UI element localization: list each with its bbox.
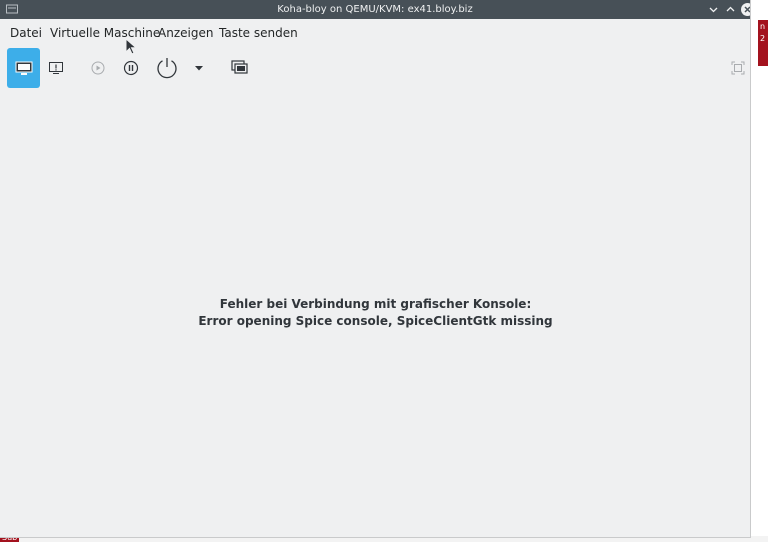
mouse-cursor-icon xyxy=(125,38,137,55)
toolbar xyxy=(0,48,750,90)
shutdown-button[interactable] xyxy=(153,48,181,88)
titlebar[interactable]: Koha-bloy on QEMU/KVM: ex41.bloy.biz xyxy=(0,0,750,19)
chevron-down-icon xyxy=(195,66,203,71)
run-button[interactable] xyxy=(86,48,110,88)
power-icon xyxy=(157,58,177,79)
menu-anzeigen[interactable]: Anzeigen xyxy=(158,20,213,46)
window-title: Koha-bloy on QEMU/KVM: ex41.bloy.biz xyxy=(277,4,473,15)
chevron-up-icon xyxy=(726,6,735,12)
maximize-button[interactable] xyxy=(723,2,738,17)
menu-virtuelle-maschine[interactable]: Virtuelle Maschine xyxy=(50,20,160,46)
fullscreen-icon xyxy=(731,61,745,75)
play-icon xyxy=(91,61,105,75)
pause-icon xyxy=(123,60,139,76)
details-view-button[interactable] xyxy=(42,48,70,88)
shutdown-menu-button[interactable] xyxy=(190,48,208,88)
desktop-fragment: n xyxy=(760,22,766,31)
fullscreen-button[interactable] xyxy=(726,48,750,88)
chevron-down-icon xyxy=(709,7,718,13)
snapshots-button[interactable] xyxy=(228,48,252,88)
menubar: Datei Virtuelle Maschine Anzeigen Taste … xyxy=(0,20,750,46)
minimize-button[interactable] xyxy=(706,2,721,17)
desktop-fragment: 2 xyxy=(760,34,766,43)
error-line-1: Fehler bei Verbindung mit grafischer Kon… xyxy=(219,297,532,311)
error-line-2: Error opening Spice console, SpiceClient… xyxy=(198,314,553,328)
console-error-message: Fehler bei Verbindung mit grafischer Kon… xyxy=(0,296,750,330)
desktop-background: n 2 xyxy=(758,20,768,66)
vm-details-icon xyxy=(49,62,63,74)
menu-taste-senden[interactable]: Taste senden xyxy=(219,20,298,46)
snapshots-icon xyxy=(231,60,248,74)
console-display-icon xyxy=(15,61,32,75)
close-button[interactable] xyxy=(740,2,750,17)
close-icon xyxy=(741,3,750,16)
menu-datei[interactable]: Datei xyxy=(10,20,42,46)
vm-console-window: Koha-bloy on QEMU/KVM: ex41.bloy.biz Dat… xyxy=(0,0,751,538)
console-view-button[interactable] xyxy=(7,48,40,88)
